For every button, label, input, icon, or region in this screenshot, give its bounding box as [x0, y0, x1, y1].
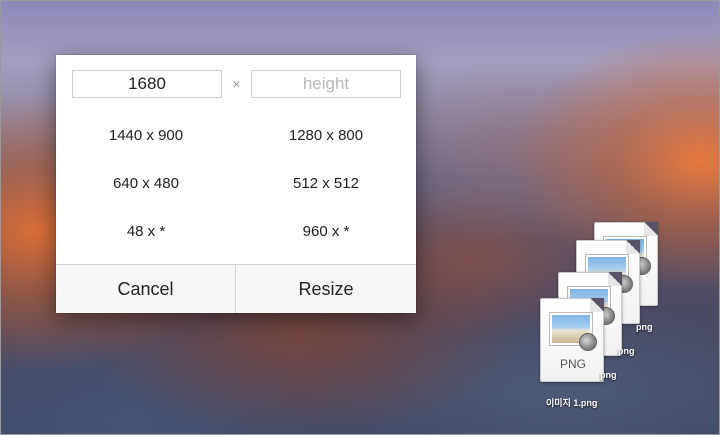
preset-1280x800[interactable]: 1280 x 800 [236, 121, 416, 151]
preset-48-by-any[interactable]: 48 x * [56, 217, 236, 247]
preset-512x512[interactable]: 512 x 512 [236, 169, 416, 199]
resize-dialog: × 1440 x 900 1280 x 800 640 x 480 512 x … [56, 55, 416, 313]
file-type-label: PNG [559, 357, 586, 371]
preset-960-by-any[interactable]: 960 x * [236, 217, 416, 247]
height-input[interactable] [251, 70, 401, 98]
preview-lens-icon [579, 333, 597, 351]
width-input[interactable] [72, 70, 222, 98]
file-name-label: 이미지 1.png [546, 398, 598, 408]
times-sign: × [232, 76, 241, 92]
size-input-row: × [72, 70, 402, 98]
png-file-icon[interactable]: PNG [540, 298, 604, 382]
file-name-label: png [636, 322, 653, 332]
preset-640x480[interactable]: 640 x 480 [56, 169, 236, 199]
resize-button[interactable]: Resize [236, 265, 416, 313]
file-name-label: png [618, 346, 635, 356]
file-name-label: png [600, 370, 617, 380]
preset-1440x900[interactable]: 1440 x 900 [56, 121, 236, 151]
dialog-footer: Cancel Resize [56, 264, 416, 313]
cancel-button[interactable]: Cancel [56, 265, 236, 313]
desktop-file-stack[interactable]: PNG png png png 이미지 1.png [536, 222, 676, 412]
